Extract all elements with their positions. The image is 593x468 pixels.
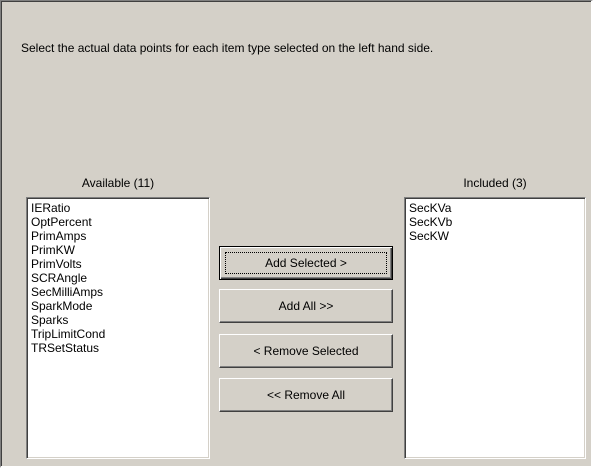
available-listbox[interactable]: IERatio OptPercent PrimAmps PrimKW PrimV… xyxy=(26,197,210,459)
available-list-item[interactable]: TripLimitCond xyxy=(31,327,209,341)
remove-selected-button[interactable]: < Remove Selected xyxy=(219,334,393,368)
add-all-button[interactable]: Add All >> xyxy=(219,289,393,323)
available-list-item[interactable]: IERatio xyxy=(31,201,209,215)
included-list-item[interactable]: SecKVa xyxy=(409,201,585,215)
available-list-label: Available (11) xyxy=(81,176,155,190)
add-all-button-label: Add All >> xyxy=(278,299,334,313)
available-list-item[interactable]: SCRAngle xyxy=(31,271,209,285)
add-selected-button[interactable]: Add Selected > xyxy=(219,246,393,280)
instructions-text: Select the actual data points for each i… xyxy=(21,41,434,55)
available-list-item[interactable]: Sparks xyxy=(31,313,209,327)
data-points-panel: Select the actual data points for each i… xyxy=(0,0,593,468)
available-list-item[interactable]: TRSetStatus xyxy=(31,341,209,355)
available-list-item[interactable]: OptPercent xyxy=(31,215,209,229)
included-list-item[interactable]: SecKVb xyxy=(409,215,585,229)
included-list-item[interactable]: SecKW xyxy=(409,229,585,243)
available-list-item[interactable]: PrimAmps xyxy=(31,229,209,243)
available-list-item[interactable]: PrimKW xyxy=(31,243,209,257)
remove-all-button[interactable]: << Remove All xyxy=(219,378,393,412)
remove-selected-button-label: < Remove Selected xyxy=(253,344,359,358)
included-list-label: Included (3) xyxy=(463,176,527,190)
remove-all-button-label: << Remove All xyxy=(266,388,346,402)
add-selected-button-label: Add Selected > xyxy=(265,256,347,270)
available-list-item[interactable]: PrimVolts xyxy=(31,257,209,271)
available-list-item[interactable]: SecMilliAmps xyxy=(31,285,209,299)
included-listbox[interactable]: SecKVa SecKVb SecKW xyxy=(404,197,586,459)
available-list-item[interactable]: SparkMode xyxy=(31,299,209,313)
